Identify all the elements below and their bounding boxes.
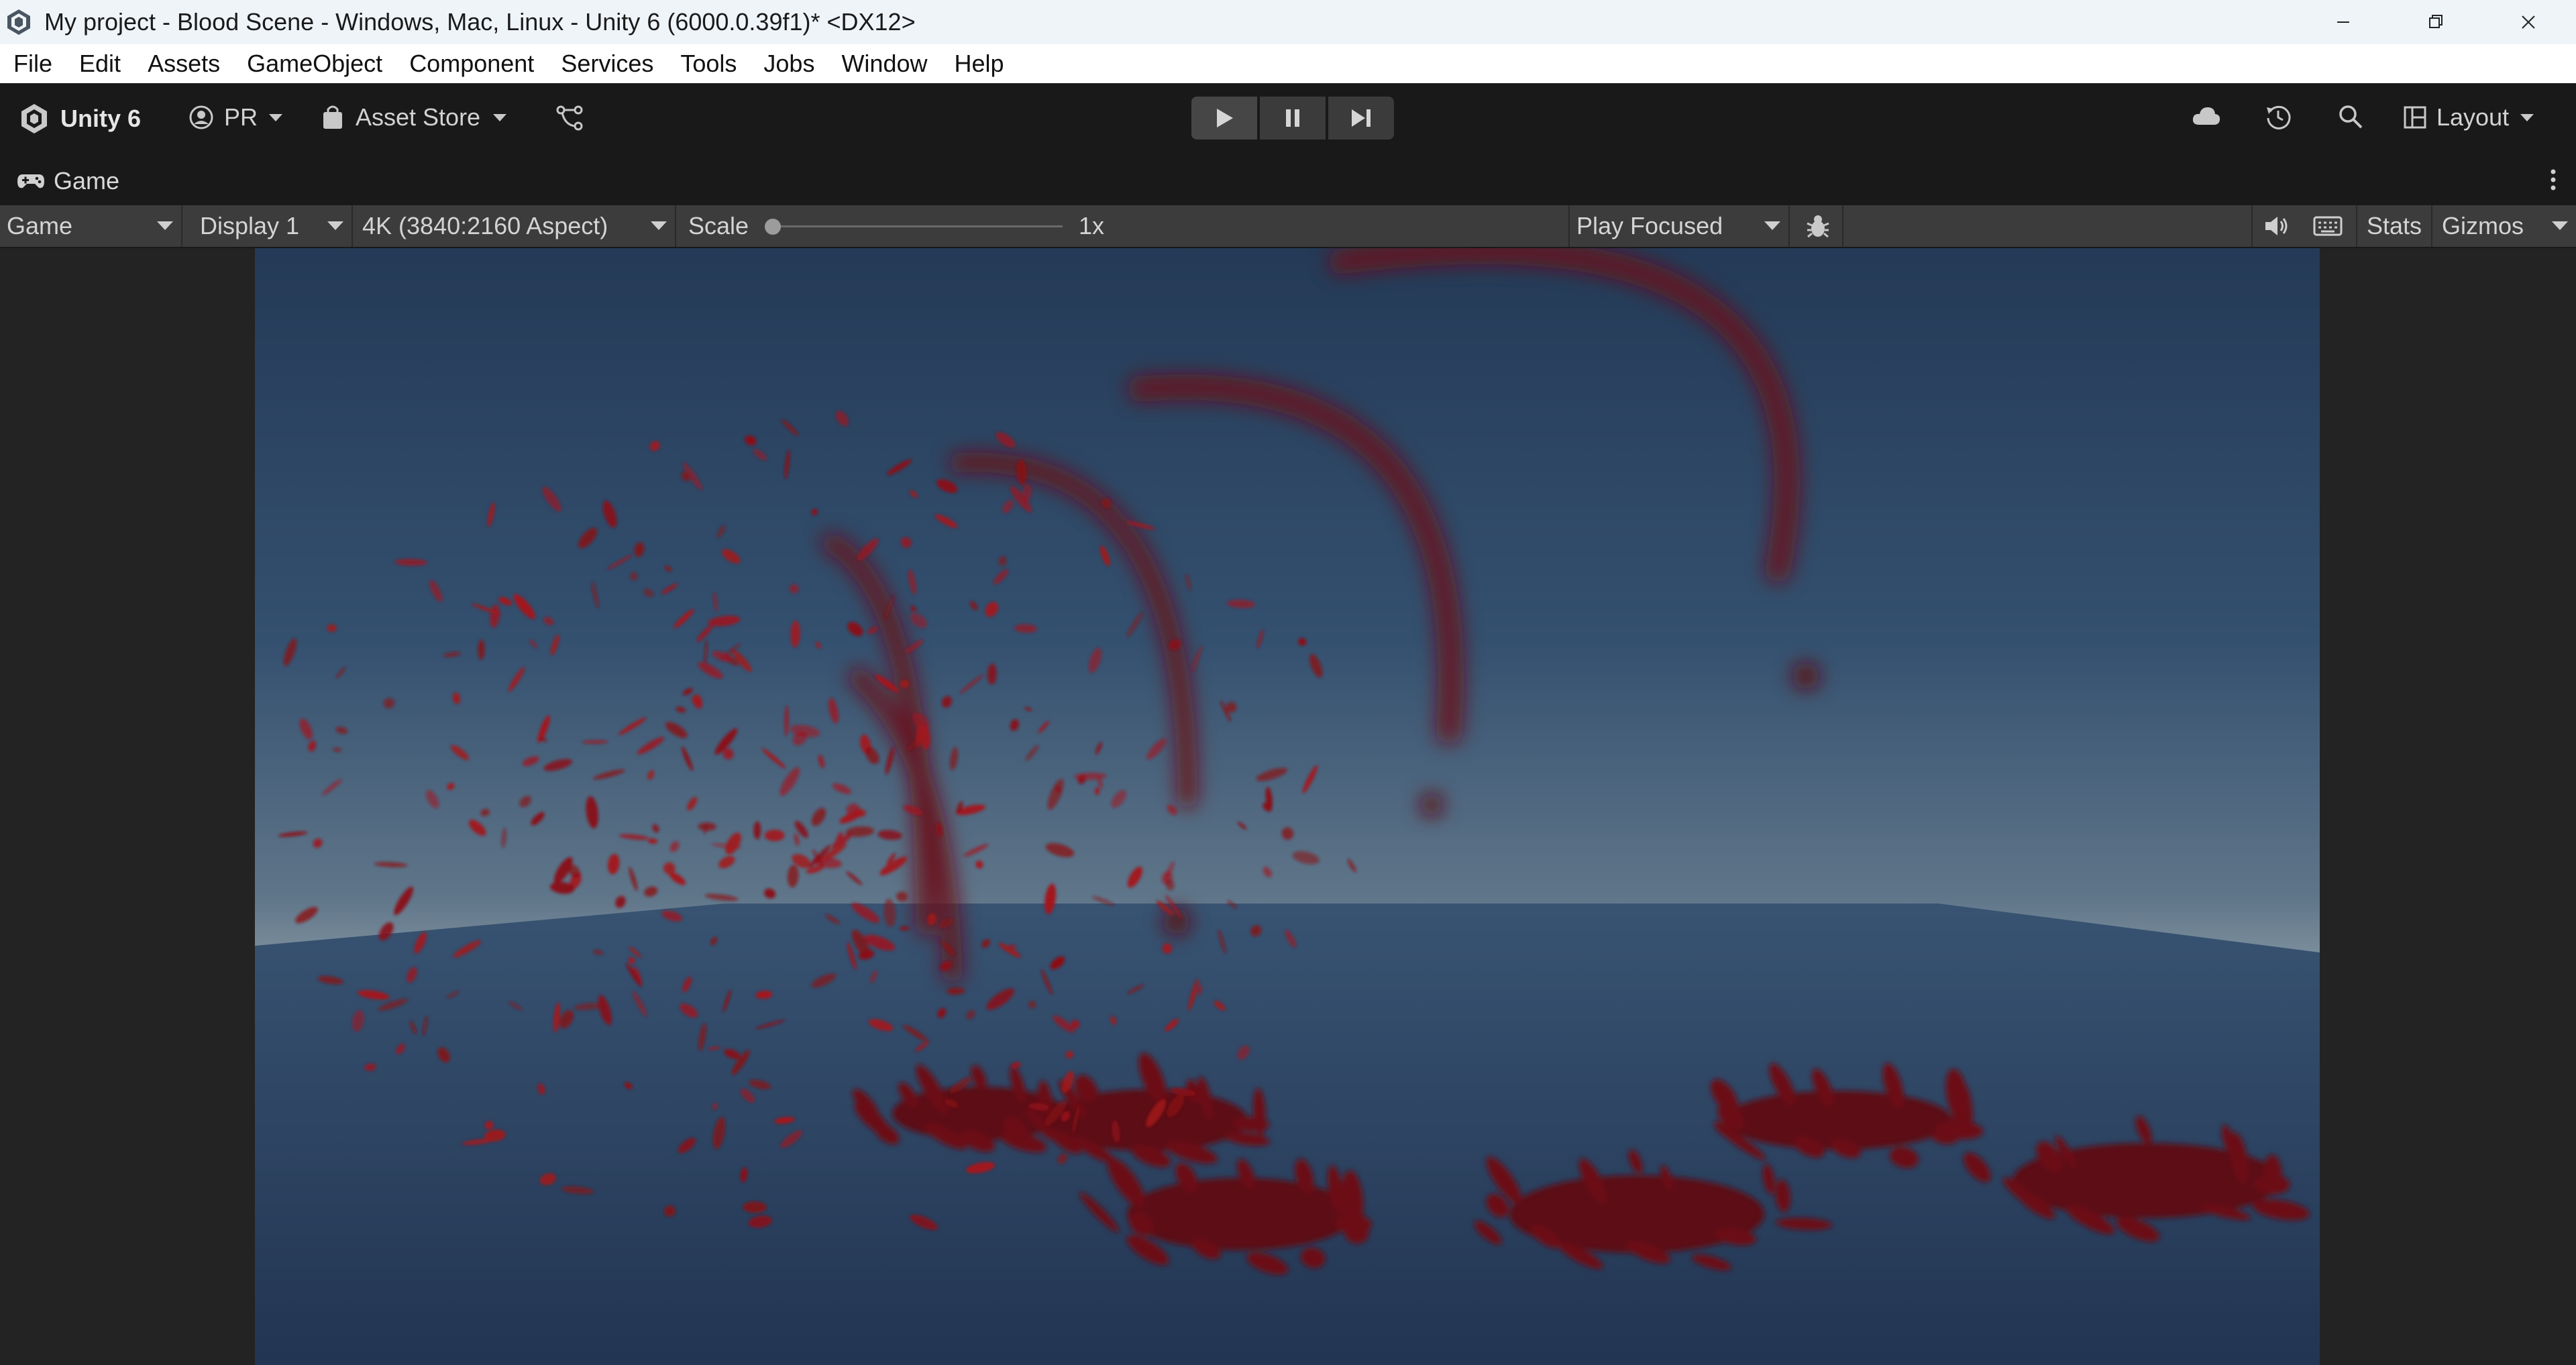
shopping-bag-icon <box>323 105 342 129</box>
stats-toggle[interactable]: Stats <box>2356 205 2433 247</box>
display-dropdown[interactable]: Display 1 <box>193 205 353 247</box>
layout-dropdown[interactable]: Layout <box>2403 103 2536 131</box>
debug-toggle[interactable] <box>1794 205 1843 247</box>
speaker-icon <box>2265 217 2288 235</box>
history-icon <box>2267 105 2291 129</box>
chevron-down-icon <box>2520 114 2534 121</box>
branch-icon <box>556 105 583 131</box>
step-icon <box>1352 109 1371 127</box>
play-button[interactable] <box>1191 97 1257 140</box>
window-title-bar: My project - Blood Scene - Windows, Mac,… <box>0 0 2576 44</box>
resolution-dropdown[interactable]: 4K (3840:2160 Aspect) <box>356 205 676 247</box>
menu-jobs[interactable]: Jobs <box>763 50 814 78</box>
bug-icon <box>1807 215 1829 238</box>
keyboard-icon <box>2313 216 2343 236</box>
unity-version-button[interactable]: Unity 6 <box>17 102 141 135</box>
scale-label: Scale <box>688 212 749 239</box>
minimize-button[interactable] <box>2297 0 2390 44</box>
scale-value: 1x <box>1079 212 1105 239</box>
chevron-down-icon <box>2552 221 2568 230</box>
menu-tools[interactable]: Tools <box>680 50 737 78</box>
restore-button[interactable] <box>2390 0 2482 44</box>
menu-component[interactable]: Component <box>409 50 534 78</box>
menu-file[interactable]: File <box>13 50 52 78</box>
step-button[interactable] <box>1328 97 1394 140</box>
scale-slider[interactable] <box>765 205 1067 247</box>
restore-icon <box>2429 15 2443 28</box>
gizmos-dropdown[interactable]: Gizmos <box>2434 205 2576 247</box>
game-viewport[interactable] <box>255 248 2320 1365</box>
blood-blob <box>1420 794 1443 816</box>
game-window-tabstrip: Game <box>0 154 2576 205</box>
mute-audio-toggle[interactable] <box>2251 205 2300 247</box>
menu-bar: File Edit Assets GameObject Component Se… <box>0 44 2576 84</box>
gizmos-label: Gizmos <box>2442 212 2524 239</box>
chevron-down-icon <box>1764 221 1780 230</box>
menu-gameobject[interactable]: GameObject <box>247 50 382 78</box>
shortcuts-toggle[interactable] <box>2305 205 2351 247</box>
layout-icon <box>2404 106 2426 129</box>
main-toolbar: Unity 6 PR Asset Store Layout <box>0 83 2576 154</box>
unity-cube-icon <box>21 104 47 133</box>
chevron-down-icon <box>327 221 343 230</box>
unity-version-label: Unity 6 <box>60 105 142 132</box>
menu-edit[interactable]: Edit <box>79 50 121 78</box>
version-control-button[interactable] <box>555 105 584 131</box>
layout-label: Layout <box>2436 103 2510 131</box>
pause-icon <box>1286 109 1299 127</box>
history-button[interactable] <box>2265 103 2292 130</box>
account-icon <box>189 105 213 129</box>
blood-scene-render <box>255 248 2320 1365</box>
chevron-down-icon <box>651 221 667 230</box>
scale-slider-track <box>771 225 1063 227</box>
blood-droplet <box>764 830 785 841</box>
account-label: PR <box>224 103 258 131</box>
cloud-button[interactable] <box>2191 103 2222 130</box>
play-icon <box>1217 109 1233 127</box>
asset-store-dropdown[interactable]: Asset Store <box>321 103 508 131</box>
blood-blob <box>1792 663 1819 690</box>
asset-store-label: Asset Store <box>356 103 481 131</box>
play-controls <box>1191 97 1394 140</box>
menu-assets[interactable]: Assets <box>148 50 220 78</box>
game-view-toolbar: Game Display 1 4K (3840:2160 Aspect) Sca… <box>0 205 2576 248</box>
kebab-menu-icon <box>2551 169 2556 190</box>
search-button[interactable] <box>2337 103 2364 130</box>
pause-button[interactable] <box>1260 97 1326 140</box>
window-title: My project - Blood Scene - Windows, Mac,… <box>44 8 916 36</box>
display-label: Display 1 <box>200 212 300 239</box>
resolution-label: 4K (3840:2160 Aspect) <box>362 212 608 239</box>
more-options-button[interactable] <box>2549 166 2557 193</box>
account-dropdown[interactable]: PR <box>188 103 284 131</box>
chevron-down-icon <box>157 221 173 230</box>
view-mode-dropdown[interactable]: Game <box>0 205 182 247</box>
search-icon <box>2339 105 2363 129</box>
close-button[interactable] <box>2482 0 2575 44</box>
tab-game-label: Game <box>54 167 120 195</box>
stats-label: Stats <box>2367 212 2422 239</box>
play-mode-label: Play Focused <box>1576 212 1723 239</box>
view-mode-label: Game <box>7 212 73 239</box>
scale-slider-thumb[interactable] <box>765 219 781 235</box>
chevron-down-icon <box>269 114 283 121</box>
menu-window[interactable]: Window <box>841 50 927 78</box>
gamepad-icon <box>17 174 44 188</box>
close-icon <box>2522 15 2535 29</box>
tab-game[interactable]: Game <box>16 164 119 199</box>
chevron-down-icon <box>493 114 507 121</box>
cloud-icon <box>2192 107 2220 125</box>
ground-plane <box>255 904 2320 1365</box>
menu-services[interactable]: Services <box>561 50 653 78</box>
unity-logo-icon <box>7 9 30 35</box>
minimize-icon <box>2337 21 2349 23</box>
menu-help[interactable]: Help <box>955 50 1004 78</box>
play-mode-dropdown[interactable]: Play Focused <box>1568 205 1790 247</box>
